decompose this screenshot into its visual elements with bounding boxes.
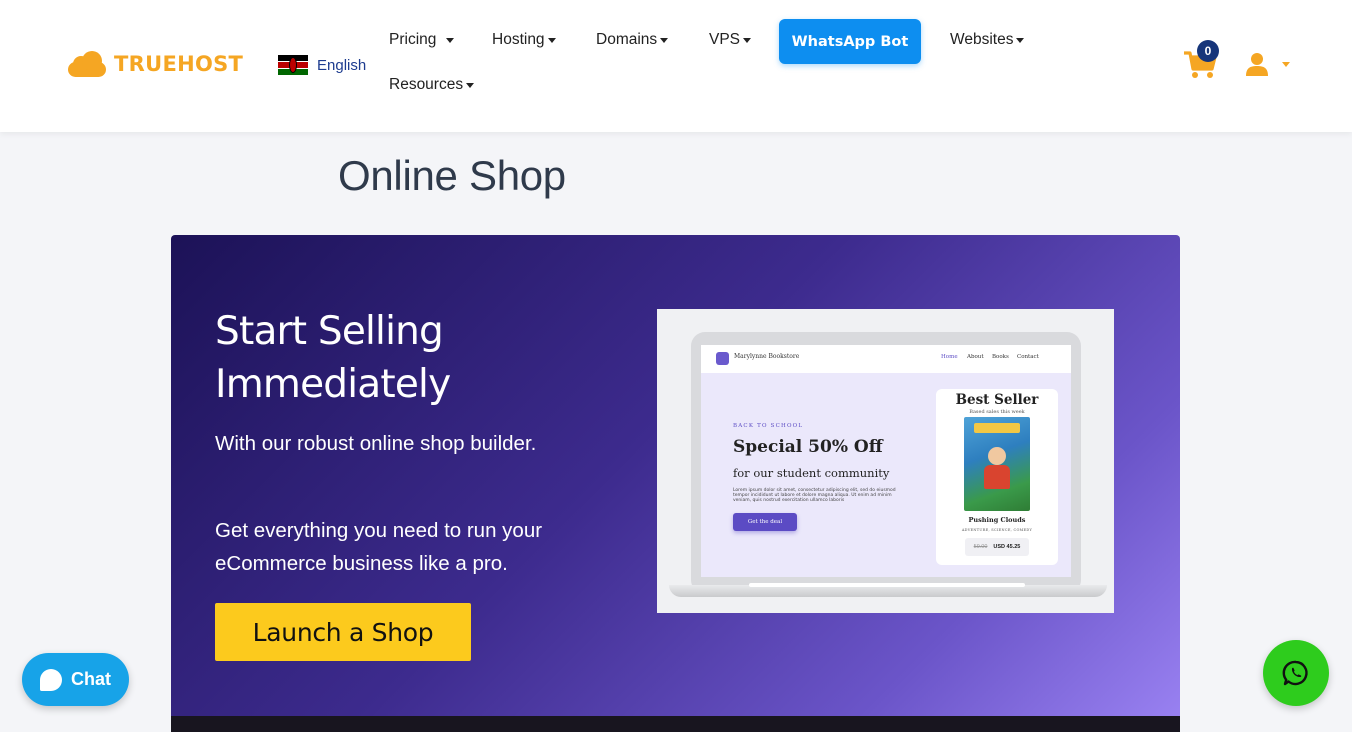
whatsapp-icon <box>1282 660 1308 686</box>
best-seller-card: Best Seller Based sales this week Pushin… <box>936 389 1058 565</box>
nav-domains[interactable]: Domains <box>596 31 669 49</box>
page-title: Online Shop <box>338 152 566 199</box>
book-old-price: 59.00 <box>973 544 988 550</box>
chat-bubble-icon <box>40 668 62 691</box>
cloud-icon <box>68 50 106 78</box>
nav-hosting-label: Hosting <box>492 31 545 48</box>
nav-resources[interactable]: Resources <box>389 76 475 94</box>
nav-websites[interactable]: Websites <box>950 31 1025 49</box>
chat-label: Chat <box>71 669 111 689</box>
site-header: TRUEHOST English Pricing Hosting Domains… <box>0 0 1352 132</box>
hero-paragraph-2: Get everything you need to run your eCom… <box>215 519 543 575</box>
book-tags: ADVENTURE, SCIENCE, COMEDY <box>961 528 1033 532</box>
cart-count-badge: 0 <box>1197 40 1219 62</box>
brand-name: TRUEHOST <box>114 52 244 76</box>
chevron-down-icon <box>743 37 752 43</box>
book-new-price: USD 45.25 <box>993 544 1021 550</box>
best-seller-subtitle: Based sales this week <box>969 409 1025 415</box>
mockup-nav-contact: Contact <box>1017 354 1039 360</box>
user-icon[interactable] <box>1245 52 1269 76</box>
mockup-brand: Marylynne Bookstore <box>734 353 800 360</box>
hero-paragraph-1: With our robust online shop builder. <box>215 432 537 455</box>
mockup-navbar: Marylynne Bookstore Home About Books Con… <box>701 345 1071 373</box>
chevron-down-icon <box>660 37 669 43</box>
nav-domains-label: Domains <box>596 31 658 48</box>
hero-title: Start Selling Immediately <box>215 309 451 407</box>
launch-shop-button[interactable]: Launch a Shop <box>215 603 471 661</box>
mockup-subheadline: for our student community <box>733 466 890 480</box>
language-label: English <box>317 56 367 74</box>
hero-banner: Start Selling Immediately With our robus… <box>171 235 1180 732</box>
mockup-nav-books: Books <box>992 354 1009 360</box>
mockup-headline: Special 50% Off <box>733 437 883 457</box>
book-cover-image <box>964 417 1030 511</box>
mockup-nav-home: Home <box>941 354 958 360</box>
bookstore-logo-icon <box>716 352 729 365</box>
chevron-down-icon <box>1016 37 1025 43</box>
mockup-nav-about: About <box>967 354 984 360</box>
chevron-down-icon <box>466 82 475 88</box>
whatsapp-bot-button[interactable]: WhatsApp Bot <box>779 19 921 64</box>
nav-vps[interactable]: VPS <box>709 31 752 49</box>
best-seller-title: Best Seller <box>955 392 1039 408</box>
chat-button[interactable]: Chat <box>22 653 129 706</box>
book-price: 59.00 USD 45.25 <box>965 538 1029 556</box>
brand-logo[interactable]: TRUEHOST <box>68 50 243 78</box>
whatsapp-float-button[interactable] <box>1263 640 1329 706</box>
chevron-down-icon <box>446 37 455 43</box>
mockup-body-text: Lorem ipsum dolor sit amet, consectetur … <box>733 488 896 503</box>
chevron-down-icon <box>547 37 556 43</box>
chevron-down-icon[interactable] <box>1282 62 1290 67</box>
mockup-deal-button: Get the deal <box>733 513 797 531</box>
nav-websites-label: Websites <box>950 31 1014 48</box>
nav-pricing-label: Pricing <box>389 31 437 48</box>
hero-bottom-strip <box>171 716 1180 732</box>
nav-resources-label: Resources <box>389 76 464 93</box>
shop-preview-image: Marylynne Bookstore Home About Books Con… <box>657 309 1114 613</box>
nav-pricing[interactable]: Pricing <box>389 31 455 49</box>
mockup-kicker: BACK TO SCHOOL <box>733 423 804 429</box>
book-title: Pushing Clouds <box>968 516 1026 524</box>
kenya-flag-icon <box>278 55 308 75</box>
language-selector[interactable]: English <box>278 55 366 75</box>
nav-hosting[interactable]: Hosting <box>492 31 556 49</box>
nav-vps-label: VPS <box>709 31 741 48</box>
laptop-screen: Marylynne Bookstore Home About Books Con… <box>701 345 1071 577</box>
